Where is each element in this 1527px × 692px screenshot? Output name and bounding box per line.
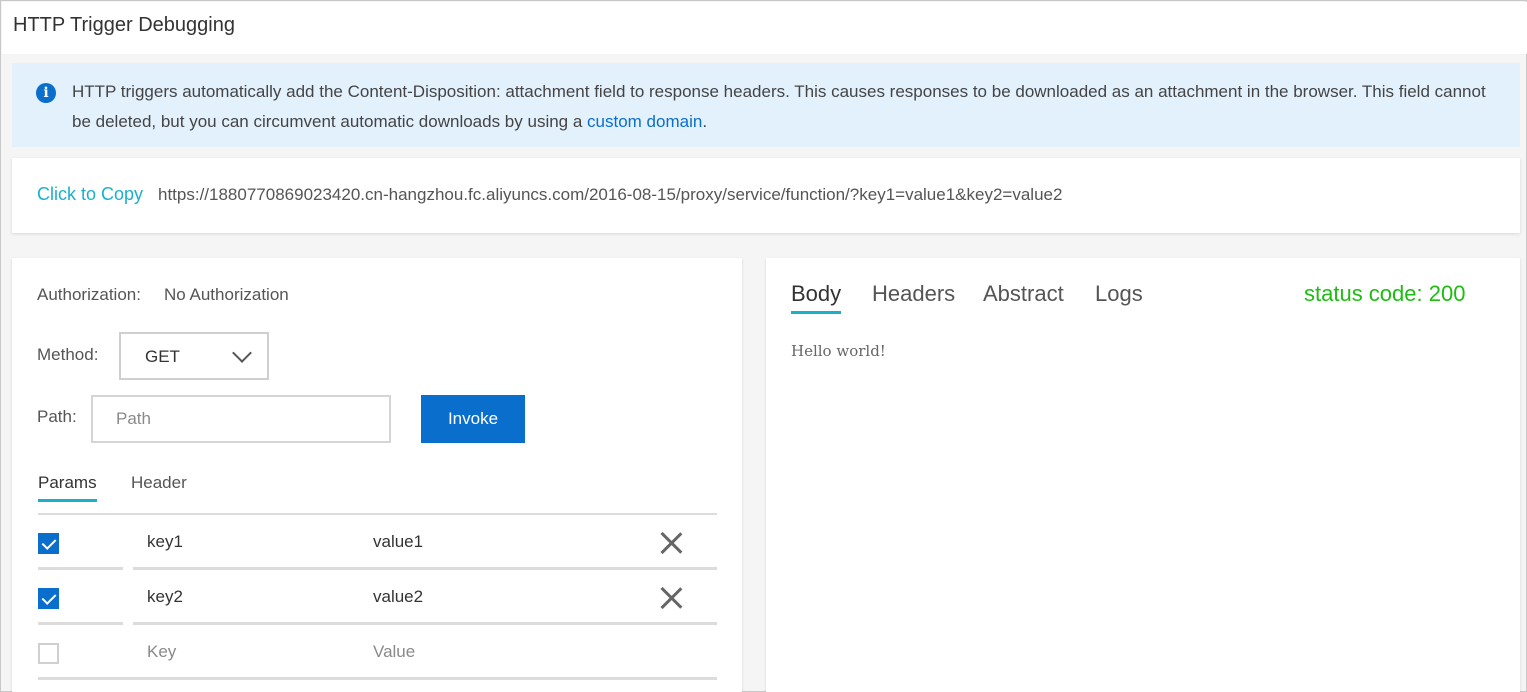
- param-enabled-checkbox[interactable]: [38, 533, 59, 554]
- request-panel: Authorization: No Authorization Method: …: [12, 258, 742, 692]
- notice-text: HTTP triggers automatically add the Cont…: [72, 77, 1492, 137]
- response-body: Hello world!: [791, 342, 886, 360]
- debug-panel: HTTP Trigger Debugging i HTTP triggers a…: [0, 0, 1527, 692]
- authorization-label: Authorization:: [37, 285, 141, 304]
- param-key-placeholder[interactable]: Key: [147, 642, 176, 662]
- param-value[interactable]: value1: [373, 532, 423, 552]
- method-label: Method:: [37, 345, 99, 364]
- click-to-copy-link[interactable]: Click to Copy: [37, 184, 143, 205]
- param-value[interactable]: value2: [373, 587, 423, 607]
- notice-text-before: HTTP triggers automatically add the Cont…: [72, 82, 1486, 131]
- tab-body[interactable]: Body: [791, 281, 842, 314]
- param-row: key1 value1: [38, 515, 717, 570]
- param-row-new: Key Value: [38, 625, 717, 680]
- tab-abstract[interactable]: Abstract: [983, 281, 1064, 311]
- tab-header[interactable]: Header: [131, 473, 187, 499]
- url-card: Click to Copy https://1880770869023420.c…: [12, 158, 1520, 233]
- method-select[interactable]: GET: [119, 332, 269, 380]
- close-icon[interactable]: [658, 530, 684, 556]
- param-value-placeholder[interactable]: Value: [373, 642, 415, 662]
- page-title: HTTP Trigger Debugging: [13, 14, 235, 36]
- param-key[interactable]: key1: [147, 532, 183, 552]
- param-row: key2 value2: [38, 570, 717, 625]
- param-enabled-checkbox[interactable]: [38, 643, 59, 664]
- notice-text-after: .: [702, 112, 708, 131]
- info-icon: i: [36, 83, 56, 103]
- page-header: HTTP Trigger Debugging: [2, 2, 1527, 54]
- param-key[interactable]: key2: [147, 587, 183, 607]
- close-icon[interactable]: [658, 585, 684, 611]
- tab-params[interactable]: Params: [38, 473, 97, 502]
- chevron-down-icon: [232, 343, 252, 363]
- path-label: Path:: [37, 407, 77, 426]
- tab-headers[interactable]: Headers: [872, 281, 955, 311]
- info-notice: i HTTP triggers automatically add the Co…: [12, 63, 1520, 147]
- path-input[interactable]: [91, 395, 391, 443]
- tab-logs[interactable]: Logs: [1095, 281, 1143, 311]
- authorization-value: No Authorization: [164, 285, 289, 304]
- method-value: GET: [145, 347, 180, 366]
- status-code: status code: 200: [1304, 281, 1466, 306]
- custom-domain-link[interactable]: custom domain: [587, 112, 702, 131]
- param-enabled-checkbox[interactable]: [38, 588, 59, 609]
- invoke-button[interactable]: Invoke: [421, 395, 525, 443]
- response-panel: Body Headers Abstract Logs status code: …: [766, 258, 1520, 692]
- trigger-url: https://1880770869023420.cn-hangzhou.fc.…: [158, 185, 1063, 204]
- row-divider: [38, 677, 717, 680]
